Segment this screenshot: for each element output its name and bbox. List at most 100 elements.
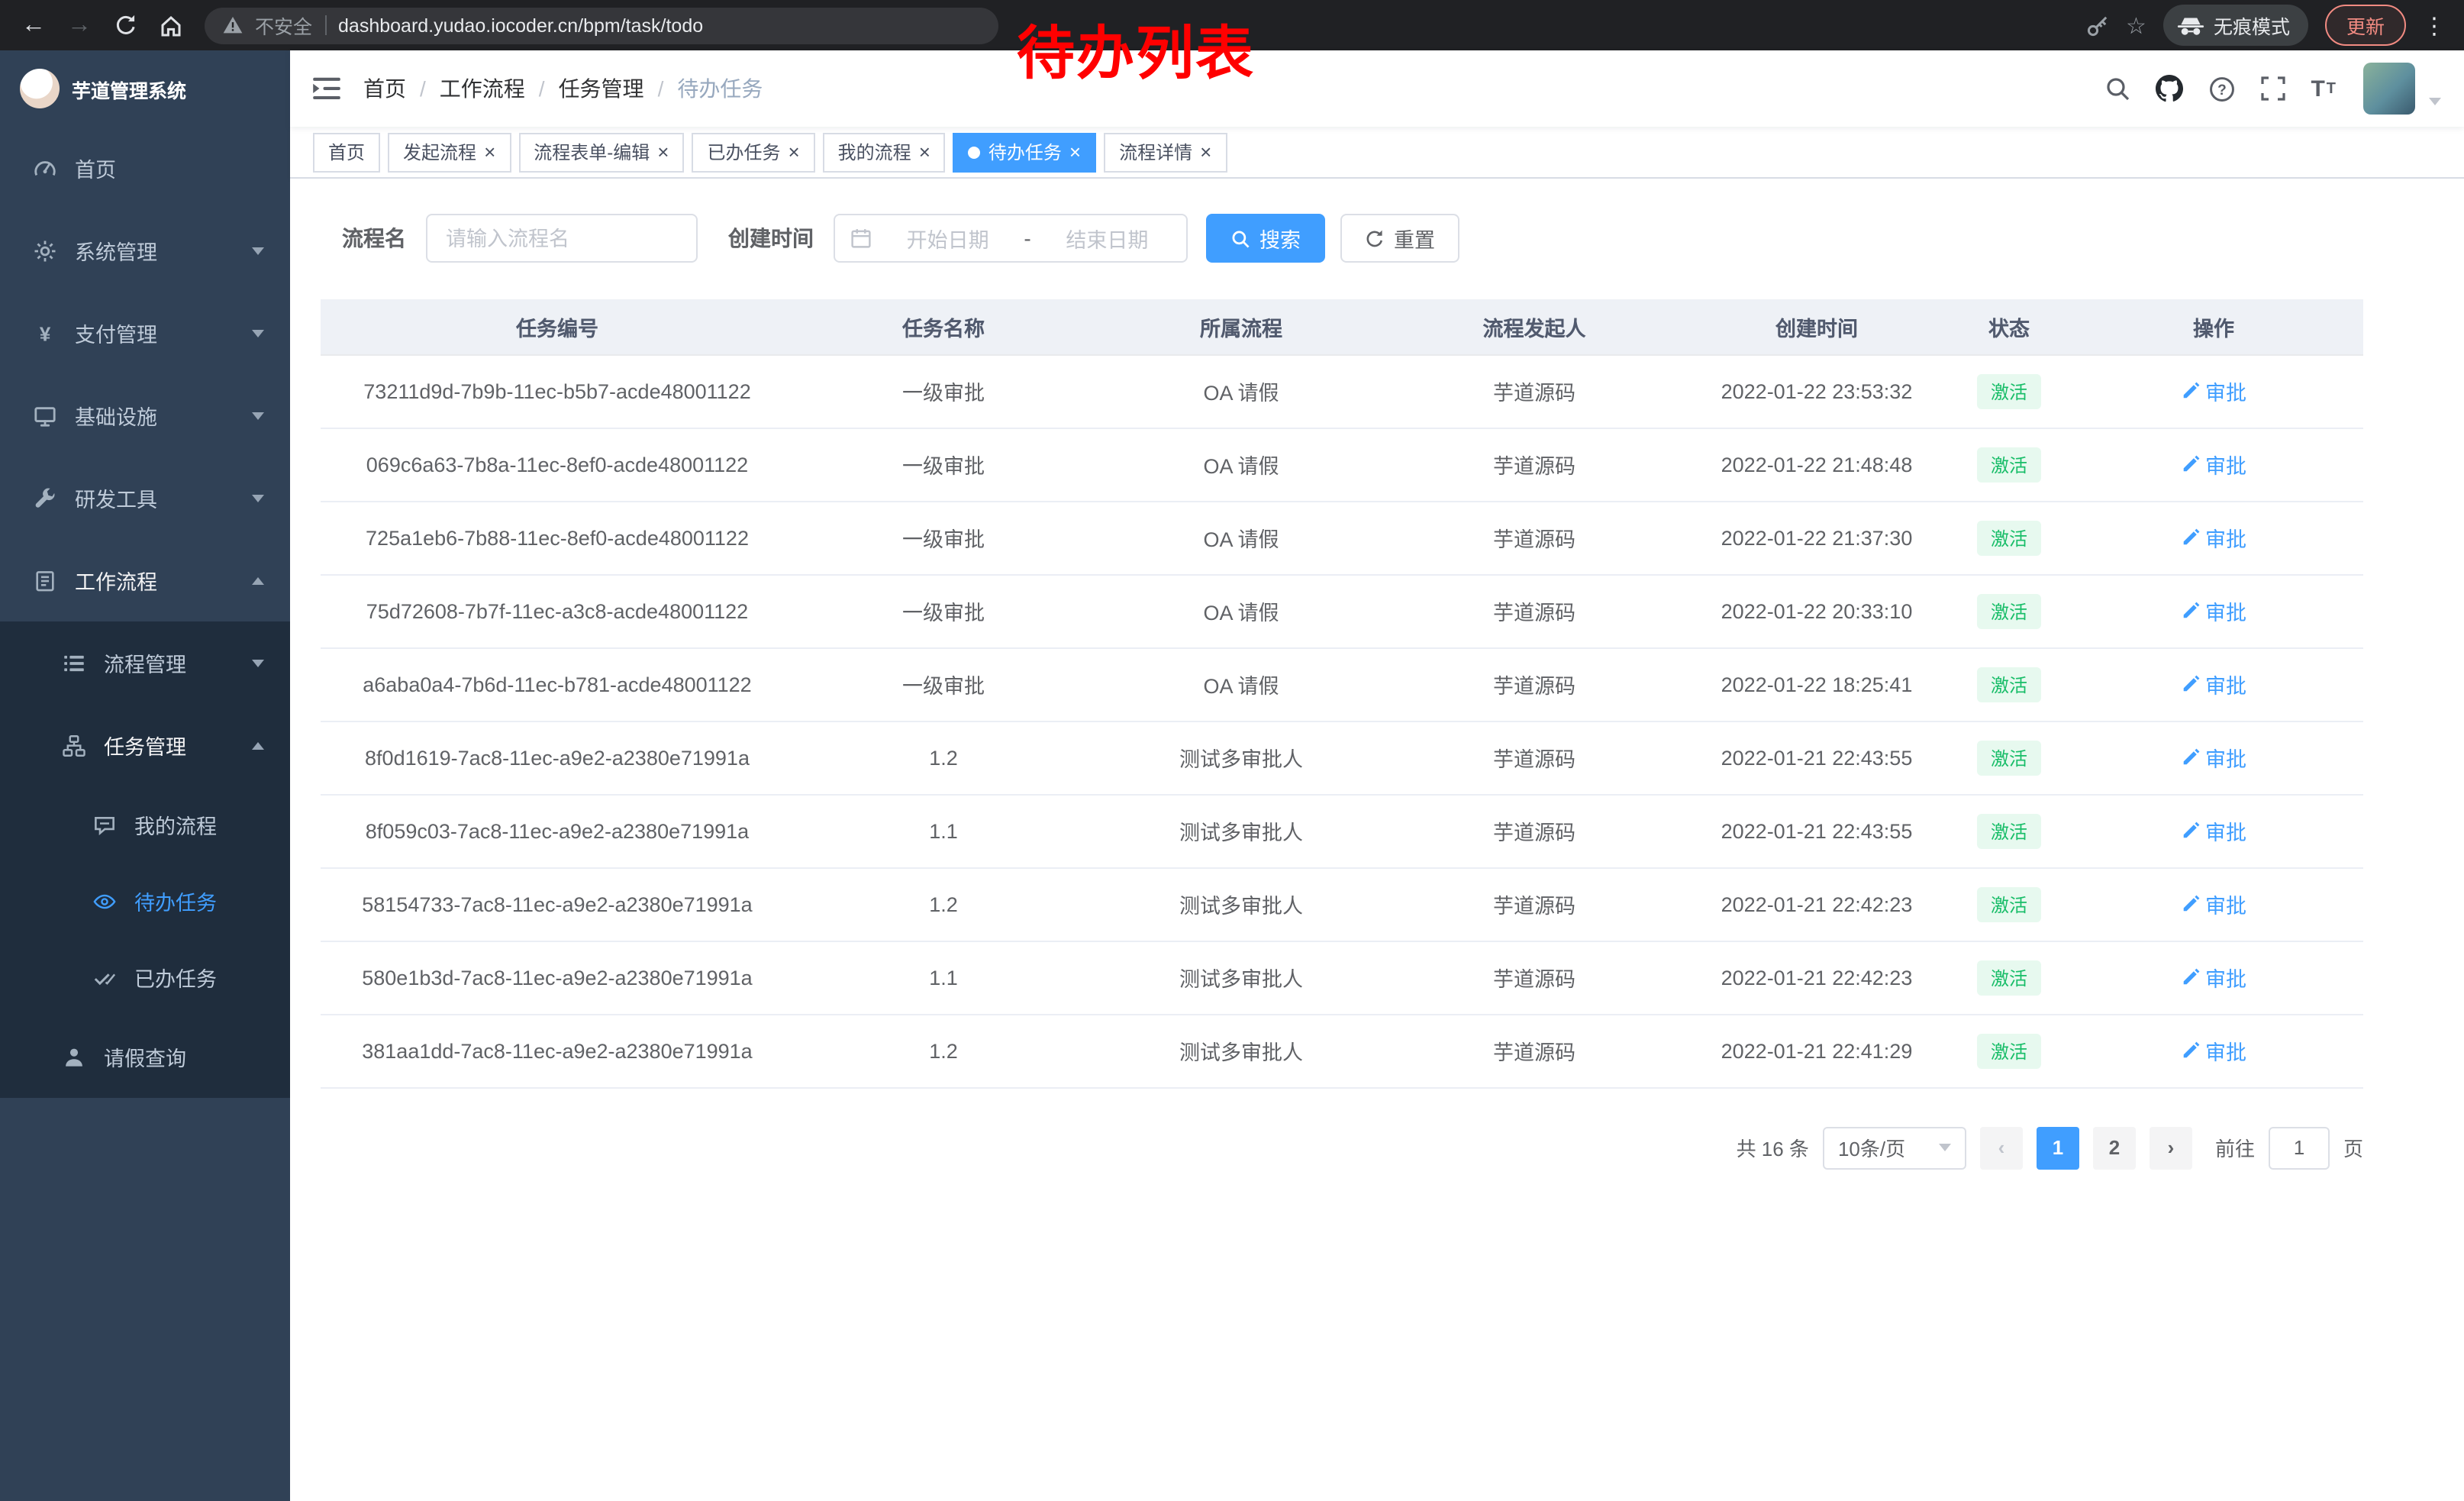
breadcrumb-item[interactable]: 首页 (363, 73, 406, 104)
update-button[interactable]: 更新 (2325, 5, 2406, 46)
cell-id: 580e1b3d-7ac8-11ec-a9e2-a2380e71991a (321, 941, 794, 1014)
tab-done-tasks[interactable]: 已办任务× (692, 132, 814, 172)
sidebar-item-infrastructure[interactable]: 基础设施 (0, 374, 290, 457)
github-icon[interactable] (2155, 75, 2182, 102)
approve-link[interactable]: 审批 (2181, 376, 2246, 406)
cell-id: 381aa1dd-7ac8-11ec-a9e2-a2380e71991a (321, 1014, 794, 1087)
security-label[interactable]: 不安全 (255, 11, 312, 40)
tab-close-icon[interactable]: × (1200, 142, 1211, 162)
approve-link[interactable]: 审批 (2181, 889, 2246, 919)
tab-close-icon[interactable]: × (788, 142, 799, 162)
sidebar-item-workflow[interactable]: 工作流程 (0, 539, 290, 621)
avatar-caret-icon[interactable] (2429, 98, 2441, 105)
pagination: 共 16 条 10条/页 ‹ 12 › 前往 页 (321, 1126, 2363, 1169)
search-icon[interactable] (2104, 76, 2129, 101)
help-icon[interactable]: ? (2208, 76, 2234, 102)
address-bar[interactable]: 不安全 dashboard.yudao.iocoder.cn/bpm/task/… (205, 7, 998, 44)
breadcrumb-item[interactable]: 工作流程 (440, 73, 525, 104)
cell-created: 2022-01-21 22:41:29 (1679, 1014, 1954, 1087)
back-icon[interactable]: ← (12, 4, 55, 47)
cell-initiator: 芋道源码 (1389, 354, 1679, 428)
app-logo-row[interactable]: 芋道管理系统 (0, 50, 290, 127)
approve-link[interactable]: 审批 (2181, 1035, 2246, 1066)
tab-my-process[interactable]: 我的流程 × (823, 132, 946, 172)
approve-link-label: 审批 (2205, 1035, 2246, 1066)
approve-link[interactable]: 审批 (2181, 449, 2246, 479)
tab-close-icon[interactable]: × (1069, 142, 1081, 162)
sidebar-item-leave-query[interactable]: 请假查询 (0, 1015, 290, 1098)
approve-link[interactable]: 审批 (2181, 815, 2246, 846)
tab-form-edit[interactable]: 流程表单-编辑× (518, 132, 684, 172)
cell-action: 审批 (2064, 501, 2363, 574)
cell-process: OA 请假 (1093, 428, 1389, 501)
breadcrumb: 首页/工作流程/任务管理/待办任务 (363, 73, 763, 104)
sidebar-item-label: 系统管理 (75, 235, 157, 266)
approve-link[interactable]: 审批 (2181, 669, 2246, 699)
tab-todo-tasks[interactable]: 待办任务× (953, 132, 1096, 172)
home-icon[interactable] (150, 4, 192, 47)
search-button[interactable]: 搜索 (1206, 214, 1325, 263)
sidebar-toggle-icon[interactable] (313, 76, 340, 101)
approve-link[interactable]: 审批 (2181, 596, 2246, 626)
app: 芋道管理系统 首页系统管理¥支付管理基础设施研发工具工作流程流程管理任务管理我的… (0, 50, 2464, 1501)
sidebar-item-task-manage[interactable]: 任务管理 (0, 704, 290, 786)
sidebar-item-system[interactable]: 系统管理 (0, 209, 290, 292)
tab-label: 我的流程 (838, 139, 911, 165)
tab-process-detail[interactable]: 流程详情× (1104, 132, 1227, 172)
sidebar-item-todo-tasks[interactable]: 待办任务 (0, 863, 290, 939)
approve-link[interactable]: 审批 (2181, 522, 2246, 553)
status-badge: 激活 (1977, 447, 2041, 482)
cell-name: 一级审批 (794, 574, 1093, 647)
breadcrumb-separator: / (539, 76, 545, 101)
cell-id: 069c6a63-7b8a-11ec-8ef0-acde48001122 (321, 428, 794, 501)
tab-start-process[interactable]: 发起流程× (388, 132, 511, 172)
chrome-menu-icon[interactable]: ⋮ (2423, 11, 2446, 39)
process-name-input[interactable] (426, 214, 698, 263)
tab-close-icon[interactable]: × (919, 142, 930, 162)
page-number-button[interactable]: 1 (2037, 1126, 2079, 1169)
sidebar-item-dev-tools[interactable]: 研发工具 (0, 457, 290, 539)
fullscreen-icon[interactable] (2260, 76, 2285, 101)
tab-close-icon[interactable]: × (657, 142, 669, 162)
forward-icon[interactable]: → (58, 4, 101, 47)
table-row: 8f059c03-7ac8-11ec-a9e2-a2380e71991a1.1测… (321, 794, 2363, 867)
user-avatar[interactable] (2363, 63, 2415, 115)
cell-created: 2022-01-22 21:48:48 (1679, 428, 1954, 501)
cell-name: 一级审批 (794, 501, 1093, 574)
font-size-icon[interactable]: TT (2311, 76, 2337, 102)
date-range-picker[interactable]: 开始日期 - 结束日期 (834, 214, 1188, 263)
bookmark-star-icon[interactable]: ☆ (2126, 11, 2146, 39)
goto-page-input[interactable] (2269, 1126, 2330, 1169)
approve-link[interactable]: 审批 (2181, 742, 2246, 773)
approve-link-label: 审批 (2205, 376, 2246, 406)
tab-home[interactable]: 首页 (313, 132, 380, 172)
next-page-button[interactable]: › (2150, 1126, 2192, 1169)
breadcrumb-item[interactable]: 任务管理 (559, 73, 644, 104)
reset-button[interactable]: 重置 (1340, 214, 1459, 263)
sidebar-item-payment[interactable]: ¥支付管理 (0, 292, 290, 374)
page-size-select[interactable]: 10条/页 (1823, 1126, 1966, 1169)
sidebar-item-label: 请假查询 (104, 1041, 186, 1072)
url-text[interactable]: dashboard.yudao.iocoder.cn/bpm/task/todo (338, 15, 703, 36)
sidebar-item-process-manage[interactable]: 流程管理 (0, 621, 290, 704)
sidebar-item-label: 待办任务 (134, 886, 217, 916)
tab-close-icon[interactable]: × (484, 142, 495, 162)
page-number-button[interactable]: 2 (2093, 1126, 2136, 1169)
sidebar-item-my-process[interactable]: 我的流程 (0, 786, 290, 863)
sidebar-item-label: 流程管理 (104, 647, 186, 678)
status-badge: 激活 (1977, 373, 2041, 408)
start-date-placeholder[interactable]: 开始日期 (884, 223, 1011, 253)
key-icon[interactable] (2085, 13, 2109, 37)
reload-icon[interactable] (104, 4, 147, 47)
cell-status: 激活 (1954, 574, 2064, 647)
end-date-placeholder[interactable]: 结束日期 (1043, 223, 1171, 253)
cell-process: OA 请假 (1093, 647, 1389, 721)
sidebar-item-home[interactable]: 首页 (0, 127, 290, 209)
edit-pen-icon (2181, 602, 2199, 620)
approve-link[interactable]: 审批 (2181, 962, 2246, 993)
date-separator: - (1024, 226, 1030, 250)
prev-page-button[interactable]: ‹ (1980, 1126, 2023, 1169)
cell-action: 审批 (2064, 721, 2363, 794)
cell-process: OA 请假 (1093, 501, 1389, 574)
sidebar-item-done-tasks[interactable]: 已办任务 (0, 939, 290, 1015)
